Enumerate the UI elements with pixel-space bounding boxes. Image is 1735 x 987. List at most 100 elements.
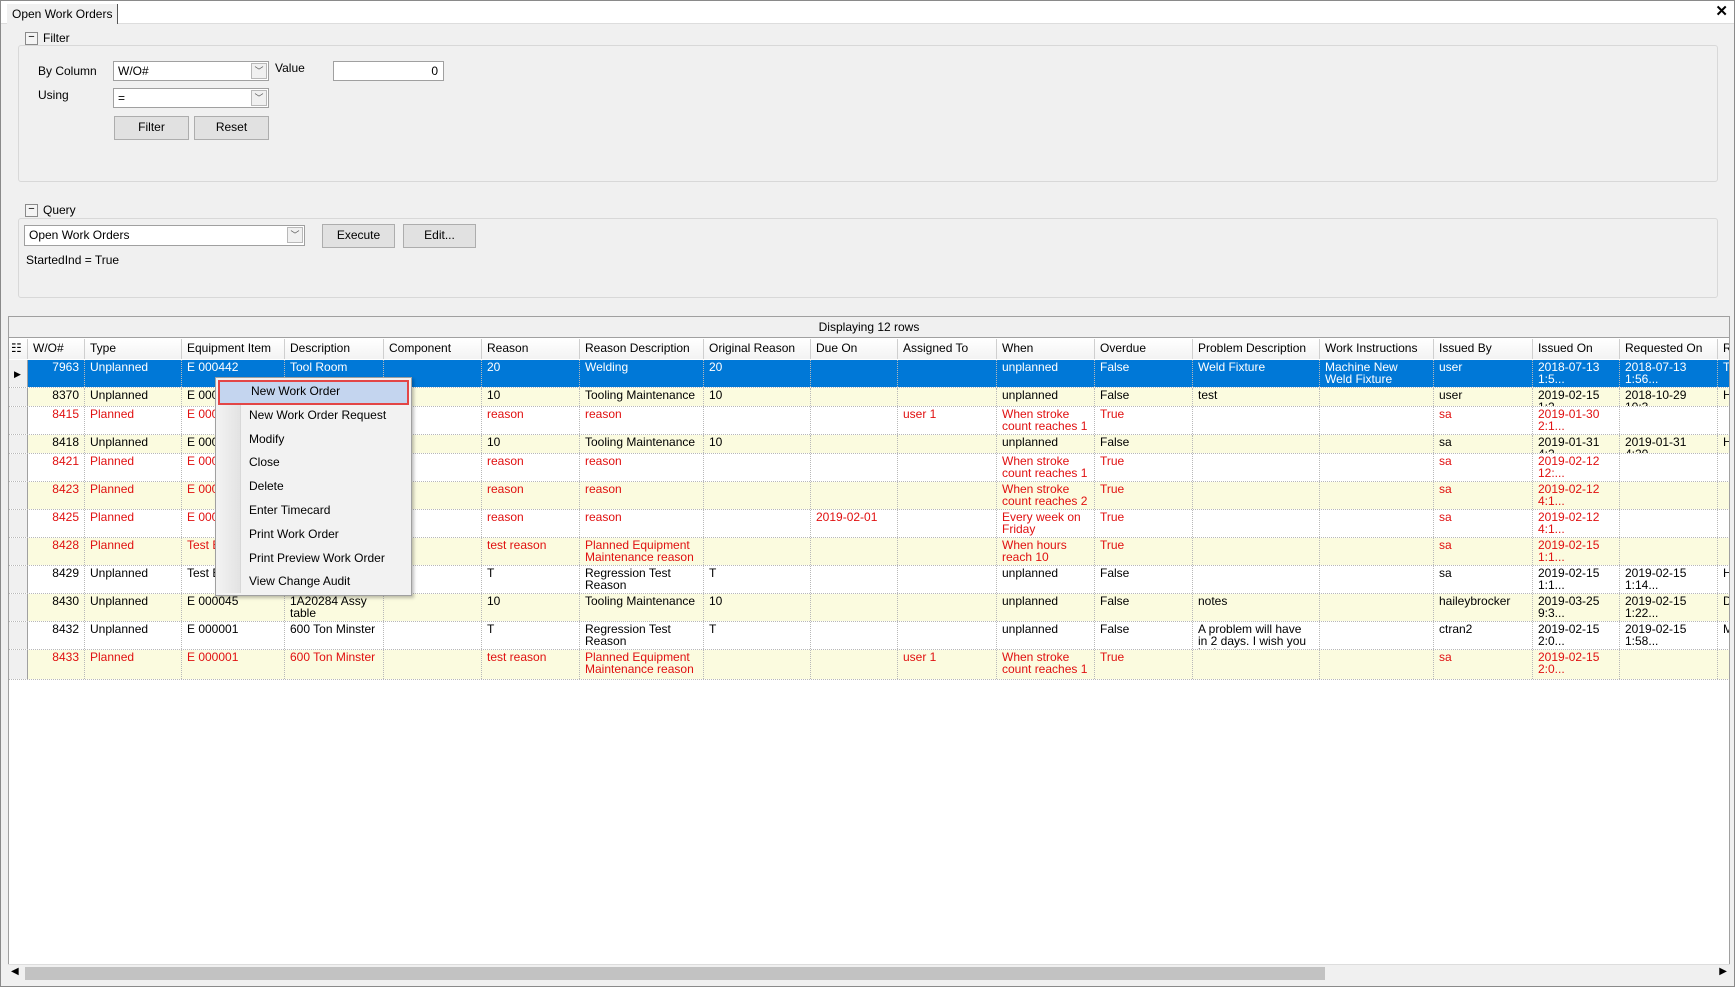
- cell-when[interactable]: When stroke count reaches 2: [997, 482, 1095, 509]
- cell-requested-on[interactable]: 2019-01-31 4:20...: [1620, 435, 1718, 453]
- cell-issued-on[interactable]: 2019-02-15 1:1...: [1533, 538, 1620, 565]
- cell-original-reason[interactable]: T: [704, 566, 811, 593]
- cell-requested-on[interactable]: [1620, 538, 1718, 565]
- cell-assigned-to[interactable]: [898, 388, 997, 406]
- cell-issued-by[interactable]: sa: [1434, 650, 1533, 679]
- cell-reason[interactable]: T: [482, 566, 580, 593]
- cell-original-reason[interactable]: [704, 538, 811, 565]
- tab-open-work-orders[interactable]: Open Work Orders: [7, 4, 119, 24]
- cell-when[interactable]: unplanned: [997, 388, 1095, 406]
- cell-due-on[interactable]: 2019-02-01: [811, 510, 898, 537]
- cell-reason[interactable]: reason: [482, 482, 580, 509]
- cell-requested-on[interactable]: 2019-02-15 1:58...: [1620, 622, 1718, 649]
- horizontal-scrollbar[interactable]: ◀ ▶: [8, 964, 1730, 981]
- table-row[interactable]: 8430 Unplanned E 000045 1A20284 Assy table 1…: [9, 594, 1729, 622]
- cell-r[interactable]: D: [1718, 594, 1729, 621]
- cell-issued-on[interactable]: 2019-02-12 12:...: [1533, 454, 1620, 481]
- cell-type[interactable]: Unplanned: [85, 622, 182, 649]
- cell-type[interactable]: Planned: [85, 650, 182, 679]
- cell-type[interactable]: Unplanned: [85, 566, 182, 593]
- cell-problem-description[interactable]: [1193, 407, 1320, 434]
- column-header-r[interactable]: R: [1718, 339, 1729, 359]
- cell-overdue[interactable]: False: [1095, 388, 1193, 406]
- cell-reason-description[interactable]: Planned Equipment Maintenance reason: [580, 650, 704, 679]
- cell-assigned-to[interactable]: [898, 482, 997, 509]
- menu-item-modify[interactable]: Modify: [218, 428, 409, 450]
- cell-wo-number[interactable]: 8432: [28, 622, 85, 649]
- value-input[interactable]: 0: [333, 61, 444, 81]
- cell-type[interactable]: Planned: [85, 538, 182, 565]
- cell-problem-description[interactable]: [1193, 435, 1320, 453]
- cell-issued-by[interactable]: sa: [1434, 538, 1533, 565]
- cell-requested-on[interactable]: [1620, 510, 1718, 537]
- cell-due-on[interactable]: [811, 622, 898, 649]
- cell-requested-on[interactable]: [1620, 407, 1718, 434]
- cell-r[interactable]: [1718, 538, 1729, 565]
- cell-due-on[interactable]: [811, 435, 898, 453]
- column-header-wo-number[interactable]: W/O#: [28, 339, 85, 359]
- cell-issued-by[interactable]: sa: [1434, 454, 1533, 481]
- column-header-requested-on[interactable]: Requested On: [1620, 339, 1718, 359]
- cell-when[interactable]: unplanned: [997, 594, 1095, 621]
- cell-description[interactable]: 1A20284 Assy table: [285, 594, 384, 621]
- table-row[interactable]: 8433 Planned E 000001 600 Ton Minster test r…: [9, 650, 1729, 680]
- cell-overdue[interactable]: False: [1095, 435, 1193, 453]
- column-header-issued-by[interactable]: Issued By: [1434, 339, 1533, 359]
- cell-reason[interactable]: T: [482, 622, 580, 649]
- cell-reason[interactable]: test reason: [482, 538, 580, 565]
- cell-original-reason[interactable]: 20: [704, 360, 811, 387]
- cell-requested-on[interactable]: 2019-02-15 1:22...: [1620, 594, 1718, 621]
- column-header-original-reason[interactable]: Original Reason: [704, 339, 811, 359]
- cell-overdue[interactable]: True: [1095, 454, 1193, 481]
- cell-issued-on[interactable]: 2019-02-15 2:0...: [1533, 650, 1620, 679]
- cell-reason-description[interactable]: reason: [580, 510, 704, 537]
- cell-issued-on[interactable]: 2019-02-12 4:1...: [1533, 482, 1620, 509]
- menu-item-print-work-order[interactable]: Print Work Order: [218, 523, 409, 545]
- cell-issued-by[interactable]: sa: [1434, 482, 1533, 509]
- cell-assigned-to[interactable]: [898, 510, 997, 537]
- using-select[interactable]: = ﹀: [113, 88, 269, 108]
- cell-problem-description[interactable]: A problem will have in 2 days. I wish yo…: [1193, 622, 1320, 649]
- cell-when[interactable]: When hours reach 10: [997, 538, 1095, 565]
- cell-when[interactable]: unplanned: [997, 360, 1095, 387]
- cell-problem-description[interactable]: [1193, 454, 1320, 481]
- cell-assigned-to[interactable]: [898, 566, 997, 593]
- cell-reason[interactable]: reason: [482, 454, 580, 481]
- chevron-down-icon[interactable]: ﹀: [287, 227, 303, 243]
- cell-issued-by[interactable]: sa: [1434, 510, 1533, 537]
- cell-issued-by[interactable]: sa: [1434, 407, 1533, 434]
- cell-issued-on[interactable]: 2019-02-15 2:0...: [1533, 622, 1620, 649]
- cell-r[interactable]: H: [1718, 435, 1729, 453]
- cell-when[interactable]: When stroke count reaches 1: [997, 650, 1095, 679]
- cell-reason-description[interactable]: Tooling Maintenance: [580, 388, 704, 406]
- cell-r[interactable]: H: [1718, 388, 1729, 406]
- cell-issued-on[interactable]: 2019-03-25 9:3...: [1533, 594, 1620, 621]
- cell-work-instructions[interactable]: [1320, 482, 1434, 509]
- cell-requested-on[interactable]: [1620, 454, 1718, 481]
- cell-type[interactable]: Planned: [85, 454, 182, 481]
- row-header[interactable]: [9, 435, 28, 453]
- chevron-down-icon[interactable]: ﹀: [251, 90, 267, 106]
- edit-button[interactable]: Edit...: [403, 224, 476, 248]
- cell-wo-number[interactable]: 8428: [28, 538, 85, 565]
- cell-type[interactable]: Unplanned: [85, 360, 182, 387]
- cell-description[interactable]: 600 Ton Minster: [285, 650, 384, 679]
- collapse-query-icon[interactable]: −: [25, 203, 38, 217]
- row-header[interactable]: [9, 510, 28, 537]
- cell-due-on[interactable]: [811, 360, 898, 387]
- cell-equipment-item[interactable]: E 000001: [182, 622, 285, 649]
- reset-button[interactable]: Reset: [194, 116, 269, 140]
- cell-reason-description[interactable]: reason: [580, 482, 704, 509]
- cell-reason-description[interactable]: Tooling Maintenance: [580, 594, 704, 621]
- cell-wo-number[interactable]: 8429: [28, 566, 85, 593]
- cell-due-on[interactable]: [811, 482, 898, 509]
- cell-problem-description[interactable]: [1193, 510, 1320, 537]
- cell-issued-by[interactable]: sa: [1434, 566, 1533, 593]
- cell-problem-description[interactable]: [1193, 566, 1320, 593]
- cell-reason-description[interactable]: reason: [580, 454, 704, 481]
- column-header-description[interactable]: Description: [285, 339, 384, 359]
- cell-reason[interactable]: 10: [482, 435, 580, 453]
- cell-type[interactable]: Planned: [85, 407, 182, 434]
- column-header-issued-on[interactable]: Issued On: [1533, 339, 1620, 359]
- row-header[interactable]: [9, 594, 28, 621]
